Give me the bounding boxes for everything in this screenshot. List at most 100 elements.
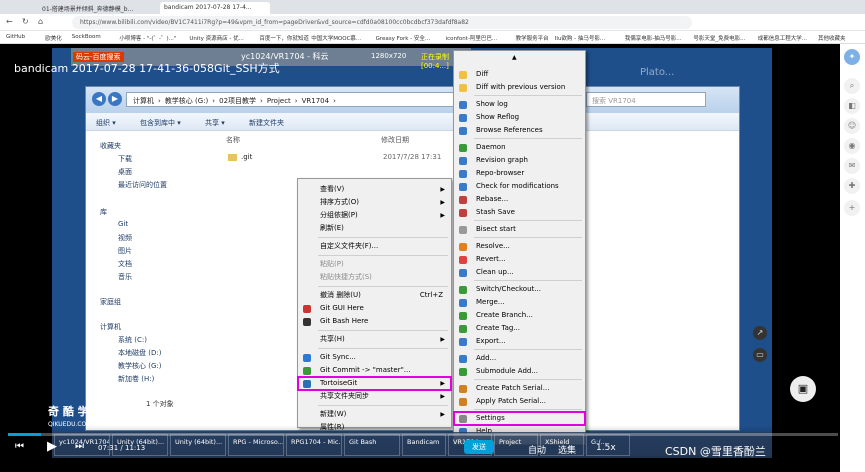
- context-menu-item[interactable]: 刷新(E): [298, 222, 451, 235]
- taskbar-item[interactable]: Unity (64bit)...: [170, 434, 226, 456]
- taskbar-item[interactable]: Bandicam: [402, 434, 446, 456]
- bookmark-item[interactable]: 其他收藏夹: [818, 34, 846, 42]
- scroll-up-icon[interactable]: ▲: [512, 54, 517, 61]
- breadcrumb-item[interactable]: 02项目教学: [219, 97, 256, 105]
- bookmark-item[interactable]: Unity 资源商店 - 优...: [189, 34, 243, 42]
- tools-icon[interactable]: ✚: [844, 178, 860, 194]
- tortoisegit-menu-item[interactable]: Revision graph: [454, 154, 585, 167]
- person-icon[interactable]: ☺: [844, 118, 860, 134]
- command-button[interactable]: 包含到库中 ▾: [140, 118, 181, 128]
- tortoisegit-menu-item[interactable]: Switch/Checkout...: [454, 283, 585, 296]
- bookmark-item[interactable]: iconfont-阿里巴巴...: [446, 34, 498, 42]
- context-menu-item[interactable]: 分组依据(P) ▶: [298, 209, 451, 222]
- previous-icon[interactable]: ⏮: [15, 441, 24, 452]
- context-menu-item[interactable]: 撤消 删除(U) Ctrl+Z: [298, 289, 451, 302]
- nav-item[interactable]: 音乐: [118, 272, 132, 282]
- command-button[interactable]: 新建文件夹: [249, 118, 284, 128]
- outlook-icon[interactable]: ✉: [844, 158, 860, 174]
- command-button[interactable]: 共享 ▾: [205, 118, 225, 128]
- speed-button[interactable]: 1.5x: [596, 443, 616, 453]
- context-menu-item[interactable]: 新建(W) ▶: [298, 408, 451, 421]
- tortoisegit-menu-item[interactable]: Daemon: [454, 141, 585, 154]
- bookmark-item[interactable]: 百度一下，你就知道: [259, 34, 309, 42]
- back-icon[interactable]: ←: [6, 17, 13, 26]
- refresh-icon[interactable]: ↻: [22, 17, 29, 26]
- bookmark-item[interactable]: 教学服务平台: [516, 34, 549, 42]
- bookmark-item[interactable]: GitHub: [6, 34, 25, 40]
- context-menu-item[interactable]: 共享(H) ▶: [298, 333, 451, 346]
- tortoisegit-menu-item[interactable]: Repo-browser: [454, 167, 585, 180]
- taskbar-item[interactable]: Git Bash: [344, 434, 400, 456]
- taskbar-item[interactable]: RPG1704 - Mic...: [286, 434, 342, 456]
- tortoisegit-menu-item[interactable]: Add...: [454, 352, 585, 365]
- episode-select-button[interactable]: 选集: [558, 443, 576, 456]
- column-date-header[interactable]: 修改日期: [381, 135, 409, 145]
- file-row[interactable]: .git: [228, 153, 252, 161]
- tortoisegit-menu-item[interactable]: Diff with previous version: [454, 81, 585, 94]
- context-menu-item[interactable]: Git Commit -> "master"...: [298, 364, 451, 377]
- nav-item[interactable]: 文档: [118, 259, 132, 269]
- bag-icon[interactable]: ◧: [844, 98, 860, 114]
- bookmark-item[interactable]: 中国大学MOOC慕...: [311, 34, 361, 42]
- nav-drive[interactable]: 系统 (C:): [118, 335, 147, 345]
- bird-icon[interactable]: ✦: [844, 49, 860, 65]
- url-input[interactable]: https://www.bilibili.com/video/BV1C7411i…: [72, 16, 692, 29]
- bookmark-item[interactable]: SockBoom: [72, 34, 101, 40]
- bookmark-item[interactable]: 号影天堂_免费电影...: [693, 34, 745, 42]
- nav-drive[interactable]: 新加卷 (H:): [118, 374, 154, 384]
- tortoisegit-menu-item[interactable]: Clean up...: [454, 266, 585, 279]
- office-icon[interactable]: ◉: [844, 138, 860, 154]
- tortoisegit-menu-item[interactable]: Create Tag...: [454, 322, 585, 335]
- context-menu-item[interactable]: 排序方式(O) ▶: [298, 196, 451, 209]
- tortoisegit-menu-item[interactable]: Export...: [454, 335, 585, 348]
- context-menu-item[interactable]: Git Sync...: [298, 351, 451, 364]
- nav-drive[interactable]: 本地磁盘 (D:): [118, 348, 161, 358]
- breadcrumb-item[interactable]: VR1704: [302, 97, 329, 105]
- tortoisegit-menu-item[interactable]: Show Reflog: [454, 111, 585, 124]
- bookmark-item[interactable]: 欧美化: [45, 34, 62, 42]
- tortoisegit-menu-item[interactable]: Apply Patch Serial...: [454, 395, 585, 408]
- back-icon[interactable]: ◀: [92, 92, 106, 106]
- nav-drive[interactable]: 教学核心 (G:): [118, 361, 161, 371]
- nav-homegroup[interactable]: 家庭组: [100, 297, 121, 307]
- progress-bar[interactable]: [8, 433, 838, 436]
- send-danmaku-button[interactable]: 发送: [464, 440, 494, 454]
- context-menu-item[interactable]: Git GUI Here: [298, 302, 451, 315]
- nav-item[interactable]: 图片: [118, 246, 132, 256]
- tortoisegit-menu-item[interactable]: Diff: [454, 68, 585, 81]
- context-menu-item[interactable]: TortoiseGit ▶: [297, 376, 452, 391]
- context-menu-item[interactable]: 查看(V) ▶: [298, 183, 451, 196]
- play-icon[interactable]: ▶: [47, 439, 57, 454]
- search-input[interactable]: 搜索 VR1704: [586, 92, 706, 107]
- taskbar-item[interactable]: RPG - Microso...: [228, 434, 284, 456]
- tortoisegit-menu-item[interactable]: Settings: [453, 411, 586, 426]
- tortoisegit-menu-item[interactable]: Create Patch Serial...: [454, 382, 585, 395]
- tortoisegit-menu-item[interactable]: Show log: [454, 98, 585, 111]
- command-button[interactable]: 组织 ▾: [96, 118, 116, 128]
- auto-quality-button[interactable]: 自动: [528, 443, 546, 456]
- search-icon[interactable]: ⌕: [844, 78, 860, 94]
- tortoisegit-menu-item[interactable]: Bisect start: [454, 223, 585, 236]
- context-menu-item[interactable]: Git Bash Here: [298, 315, 451, 328]
- add-icon[interactable]: +: [844, 200, 860, 216]
- tortoisegit-menu-item[interactable]: Create Branch...: [454, 309, 585, 322]
- tortoisegit-menu-item[interactable]: Browse References: [454, 124, 585, 137]
- breadcrumb-item[interactable]: Project: [267, 97, 291, 105]
- next-icon[interactable]: ⏭: [75, 441, 84, 452]
- comment-icon[interactable]: ▭: [753, 348, 767, 362]
- nav-item[interactable]: 视频: [118, 233, 132, 243]
- column-name-header[interactable]: 名称: [226, 135, 240, 145]
- bookmark-item[interactable]: Greasy Fork - 安全...: [376, 34, 431, 42]
- nav-item[interactable]: 下载: [118, 154, 132, 164]
- context-menu-item[interactable]: 自定义文件夹(F)...: [298, 240, 451, 253]
- bookmark-item[interactable]: 小呗博客 - "-(゜-゜)...": [119, 34, 176, 42]
- bookmark-item[interactable]: Ilu欲购 - 抽马号影...: [555, 34, 605, 42]
- nav-computer[interactable]: 计算机: [100, 322, 121, 332]
- nav-item[interactable]: Git: [118, 220, 128, 228]
- home-icon[interactable]: ⌂: [38, 17, 43, 26]
- nav-item[interactable]: 最近访问的位置: [118, 180, 167, 190]
- tortoisegit-menu-item[interactable]: Resolve...: [454, 240, 585, 253]
- bookmark-item[interactable]: 我偶享电影-抽马号影...: [625, 34, 682, 42]
- nav-library[interactable]: 库: [100, 207, 107, 217]
- tortoisegit-menu-item[interactable]: Stash Save: [454, 206, 585, 219]
